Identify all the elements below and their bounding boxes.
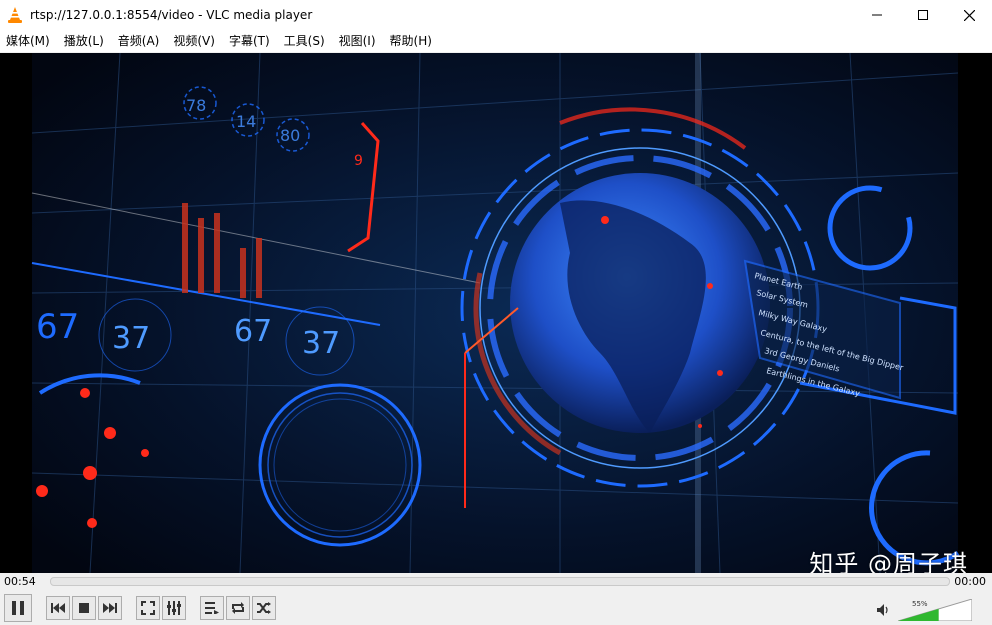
vlc-cone-icon bbox=[8, 7, 22, 23]
menu-media[interactable]: 媒体(M) bbox=[2, 30, 54, 52]
window-controls bbox=[854, 0, 992, 30]
hud-number: 37 bbox=[112, 321, 150, 356]
shuffle-icon bbox=[257, 602, 271, 614]
hud-small-number: 78 bbox=[186, 96, 206, 115]
previous-icon bbox=[51, 603, 65, 613]
playlist-icon bbox=[205, 602, 219, 614]
seek-slider[interactable] bbox=[50, 577, 950, 586]
hud-number: 37 bbox=[302, 326, 340, 361]
svg-text:9: 9 bbox=[354, 153, 363, 169]
total-time[interactable]: 00:00 bbox=[954, 575, 986, 588]
fullscreen-icon bbox=[141, 601, 155, 615]
pause-icon bbox=[12, 601, 24, 615]
loop-button[interactable] bbox=[226, 596, 250, 620]
maximize-icon bbox=[918, 10, 928, 20]
playlist-button[interactable] bbox=[200, 596, 224, 620]
menu-audio[interactable]: 音频(A) bbox=[114, 30, 164, 52]
pause-button[interactable] bbox=[4, 594, 32, 622]
fullscreen-button[interactable] bbox=[136, 596, 160, 620]
video-frame: 9 67 37 67 37 78 14 80 Planet Earth Sola… bbox=[0, 53, 992, 573]
menu-view[interactable]: 视图(I) bbox=[335, 30, 380, 52]
watermark-text: 知乎 @周子琪 bbox=[809, 550, 968, 573]
hud-number: 67 bbox=[234, 314, 272, 349]
video-area[interactable]: 9 67 37 67 37 78 14 80 Planet Earth Sola… bbox=[0, 53, 992, 573]
vlc-window: rtsp://127.0.0.1:8554/video - VLC media … bbox=[0, 0, 992, 625]
minimize-icon bbox=[872, 14, 882, 16]
hud-small-number: 80 bbox=[280, 126, 300, 145]
shuffle-button[interactable] bbox=[252, 596, 276, 620]
volume-percent: 55% bbox=[912, 600, 928, 608]
volume-triangle bbox=[897, 598, 973, 622]
previous-button[interactable] bbox=[46, 596, 70, 620]
next-icon bbox=[103, 603, 117, 613]
hud-small-number: 14 bbox=[236, 112, 256, 131]
seek-row: 00:54 00:00 bbox=[0, 573, 992, 591]
title-bar: rtsp://127.0.0.1:8554/video - VLC media … bbox=[0, 0, 992, 30]
controls-bar: 55% bbox=[0, 591, 992, 625]
next-button[interactable] bbox=[98, 596, 122, 620]
close-icon bbox=[963, 9, 975, 21]
minimize-button[interactable] bbox=[854, 0, 900, 30]
volume-slider[interactable]: 55% bbox=[897, 598, 973, 622]
menu-tools[interactable]: 工具(S) bbox=[280, 30, 329, 52]
loop-icon bbox=[232, 602, 244, 614]
menu-playback[interactable]: 播放(L) bbox=[60, 30, 108, 52]
extended-settings-icon bbox=[167, 601, 181, 615]
speaker-icon[interactable] bbox=[876, 603, 890, 617]
menu-video[interactable]: 视频(V) bbox=[169, 30, 219, 52]
menu-subtitle[interactable]: 字幕(T) bbox=[225, 30, 274, 52]
hud-number: 67 bbox=[36, 307, 79, 347]
stop-button[interactable] bbox=[72, 596, 96, 620]
window-title: rtsp://127.0.0.1:8554/video - VLC media … bbox=[30, 8, 313, 22]
menu-help[interactable]: 帮助(H) bbox=[386, 30, 436, 52]
elapsed-time: 00:54 bbox=[4, 575, 36, 588]
maximize-button[interactable] bbox=[900, 0, 946, 30]
extended-settings-button[interactable] bbox=[162, 596, 186, 620]
close-button[interactable] bbox=[946, 0, 992, 30]
menu-bar: 媒体(M) 播放(L) 音频(A) 视频(V) 字幕(T) 工具(S) 视图(I… bbox=[0, 30, 992, 52]
stop-icon bbox=[79, 603, 89, 613]
